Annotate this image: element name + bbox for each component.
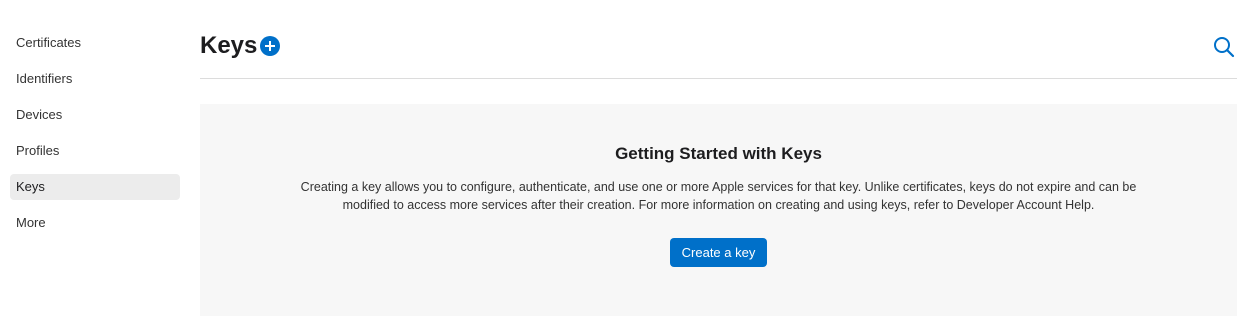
- getting-started-panel: Getting Started with Keys Creating a key…: [200, 104, 1237, 316]
- sidebar-item-keys[interactable]: Keys: [10, 174, 180, 200]
- sidebar-item-certificates[interactable]: Certificates: [10, 30, 180, 56]
- panel-title: Getting Started with Keys: [615, 144, 822, 163]
- add-key-button[interactable]: [260, 36, 280, 56]
- sidebar-item-more[interactable]: More: [10, 210, 180, 236]
- plus-circle-icon: [265, 41, 275, 51]
- search-icon: [1214, 37, 1235, 58]
- sidebar: Certificates Identifiers Devices Profile…: [10, 30, 180, 246]
- create-key-button[interactable]: Create a key: [669, 238, 768, 267]
- panel-description: Creating a key allows you to configure, …: [300, 180, 1137, 212]
- sidebar-item-devices[interactable]: Devices: [10, 102, 180, 128]
- sidebar-item-identifiers[interactable]: Identifiers: [10, 66, 180, 92]
- page-title: Keys: [200, 32, 258, 59]
- search-button[interactable]: [1211, 34, 1237, 60]
- sidebar-item-profiles[interactable]: Profiles: [10, 138, 180, 164]
- page-header: Keys: [200, 30, 1237, 79]
